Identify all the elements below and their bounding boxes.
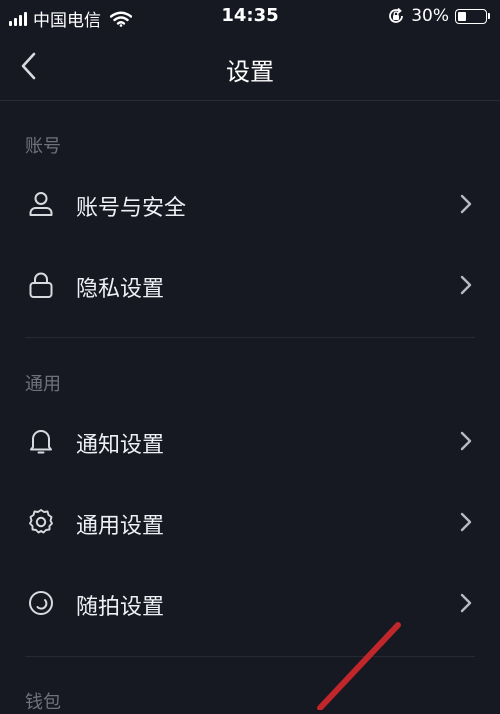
chevron-right-icon [460, 275, 472, 295]
capture-icon [29, 591, 53, 615]
battery-percent: 30% [411, 6, 449, 26]
item-label: 账号与安全 [76, 196, 187, 221]
section-header-general: 通用 [25, 374, 61, 395]
bell-icon [30, 430, 52, 454]
settings-item-notifications[interactable]: 通知设置 [0, 405, 500, 477]
section-header-wallet: 钱包 [25, 692, 61, 713]
battery-nub [488, 13, 490, 19]
chevron-right-icon [460, 593, 472, 613]
chevron-right-icon [460, 512, 472, 532]
chevron-right-icon [460, 194, 472, 214]
settings-item-general[interactable]: 通用设置 [0, 486, 500, 558]
lock-icon [29, 272, 53, 298]
section-header-account: 账号 [25, 136, 61, 157]
battery-icon [455, 8, 487, 24]
chevron-right-icon [460, 431, 472, 451]
item-label: 随拍设置 [76, 595, 165, 620]
item-label: 通知设置 [76, 433, 165, 458]
rotation-lock-icon [389, 7, 404, 23]
section-divider [25, 337, 475, 338]
annotation-stroke [317, 622, 401, 710]
item-label: 通用设置 [76, 514, 165, 539]
status-bar: 中国电信 14:35 30% [0, 0, 500, 34]
settings-item-privacy[interactable]: 隐私设置 [0, 249, 500, 321]
settings-item-account-security[interactable]: 账号与安全 [0, 168, 500, 240]
gear-icon [29, 509, 53, 534]
status-right: 30% [387, 6, 490, 26]
navigation-bar: 设置 [0, 34, 500, 101]
battery-fill [458, 11, 466, 21]
item-label: 隐私设置 [76, 277, 165, 302]
user-icon [29, 192, 53, 216]
page-title: 设置 [226, 58, 274, 86]
